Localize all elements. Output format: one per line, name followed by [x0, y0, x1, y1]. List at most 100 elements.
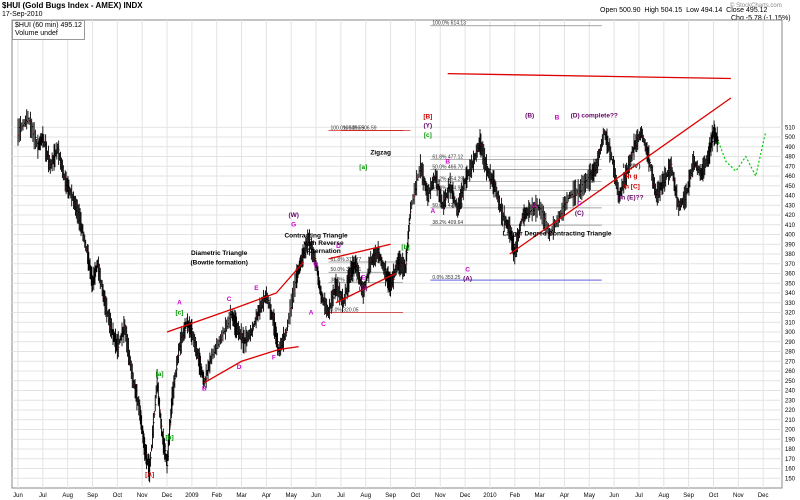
wave-label: In (E)?? [619, 194, 643, 201]
x-tick-label: Aug [658, 493, 669, 499]
wave-label: [B] [423, 113, 432, 120]
y-tick-label: 200 [785, 428, 796, 434]
wave-label: (D) complete?? [571, 113, 618, 120]
wave-label: E [361, 274, 366, 281]
y-tick-label: 170 [785, 457, 796, 463]
x-tick-label: 2009 [185, 493, 199, 499]
x-tick-label: May [286, 493, 297, 499]
x-tick-label: 2010 [483, 493, 497, 499]
wave-label: A [309, 309, 314, 316]
x-tick-label: Nov [137, 493, 148, 499]
x-tick-label: Nov [733, 493, 744, 499]
y-tick-label: 180 [785, 447, 796, 453]
y-tick-label: 290 [785, 340, 796, 346]
x-tick-label: Jul [39, 493, 47, 499]
fib-level-label: 100.0% 506.59 [343, 126, 377, 132]
y-tick-label: 410 [785, 223, 796, 229]
x-tick-label: Mar [236, 493, 246, 499]
y-tick-label: 220 [785, 408, 796, 414]
y-tick-label: 450 [785, 184, 796, 190]
y-tick-label: 210 [785, 418, 796, 424]
wave-label: C [465, 267, 470, 274]
y-tick-label: 280 [785, 350, 796, 356]
x-tick-label: Sep [87, 493, 98, 499]
y-tick-label: 230 [785, 398, 796, 404]
y-tick-label: 430 [785, 203, 796, 209]
x-tick-label: Apr [262, 493, 271, 499]
x-tick-label: Dec [460, 493, 471, 499]
x-tick-label: Feb [510, 493, 521, 499]
x-tick-label: Jul [337, 493, 345, 499]
wave-label: [c] [175, 309, 183, 316]
wave-label: In g [626, 173, 638, 180]
x-tick-label: Dec [758, 493, 769, 499]
wave-label: B [555, 114, 560, 121]
x-tick-label: Jun [13, 493, 23, 499]
wave-label: A [430, 208, 435, 215]
wave-label: Contracting Triangle [284, 232, 348, 239]
wave-label: A [177, 300, 182, 307]
wave-label: Zigzag [370, 150, 391, 157]
wave-label: (Bowtie formation) [190, 260, 247, 267]
wave-label: [b] [401, 244, 409, 251]
x-tick-label: Dec [162, 493, 173, 499]
y-tick-label: 340 [785, 291, 796, 297]
wave-label: G [291, 222, 296, 229]
x-tick-label: Oct [709, 493, 719, 499]
wave-label: E [254, 285, 259, 292]
wave-label: C [577, 200, 582, 207]
wave-label: F [272, 354, 276, 361]
x-tick-label: Aug [62, 493, 73, 499]
wave-label: C [227, 296, 232, 303]
wave-label: [a] [156, 371, 164, 378]
price-chart: 150 160 170 180 190 200 210 220 230 240 250 260 270 2… [11, 19, 796, 499]
y-tick-label: 260 [785, 369, 796, 375]
wave-label: Diametric Triangle [191, 250, 248, 257]
x-tick-label: Sep [683, 493, 694, 499]
y-tick-label: 400 [785, 233, 796, 239]
y-tick-label: 310 [785, 320, 796, 326]
wave-label: [c] [424, 132, 432, 139]
wave-label: B [202, 386, 207, 393]
wave-label: [a] [359, 164, 367, 171]
y-tick-label: 510 [785, 125, 796, 131]
wave-label: B [314, 262, 319, 269]
y-tick-label: 380 [785, 252, 796, 258]
wave-label: (A) [463, 275, 472, 282]
y-tick-label: 360 [785, 272, 796, 278]
x-tick-label: Sep [385, 493, 396, 499]
y-tick-label: 320 [785, 311, 796, 317]
wave-label: B [445, 158, 450, 165]
x-tick-label: Oct [411, 493, 421, 499]
wave-label: Larger Degree Contracting Triangle [502, 230, 611, 237]
wave-label: (B) [525, 113, 534, 120]
fib-level-label: 0.0% 320.05 [330, 307, 358, 313]
x-tick-label: Feb [212, 493, 223, 499]
x-tick-label: Aug [360, 493, 371, 499]
y-tick-label: 420 [785, 213, 796, 219]
x-tick-label: Jun [311, 493, 321, 499]
y-tick-label: 350 [785, 281, 796, 287]
fib-level-label: 0.0% 353.25 [432, 275, 460, 281]
wave-label: (W) [288, 212, 298, 219]
y-tick-label: 440 [785, 194, 796, 200]
y-tick-label: 300 [785, 330, 796, 336]
wave-label: In [C] [623, 184, 640, 191]
legend: $HUI (60 min) 495.12 Volume undef [12, 20, 85, 40]
wave-label: C [321, 321, 326, 328]
y-tick-label: 460 [785, 174, 796, 180]
y-tick-label: 190 [785, 437, 796, 443]
wave-label: A [532, 203, 537, 210]
y-tick-label: 240 [785, 389, 796, 395]
wave-label: (Y) [424, 122, 433, 129]
wave-label: D [336, 243, 341, 250]
wave-label: D [237, 364, 242, 371]
x-tick-label: Apr [560, 493, 569, 499]
x-tick-label: Jul [635, 493, 643, 499]
y-tick-label: 480 [785, 155, 796, 161]
x-tick-label: Jun [609, 493, 619, 499]
y-tick-label: 370 [785, 262, 796, 268]
y-tick-label: 150 [785, 476, 796, 482]
y-tick-label: 390 [785, 242, 796, 248]
fib-level-label: 100.0% 614.13 [432, 21, 466, 27]
